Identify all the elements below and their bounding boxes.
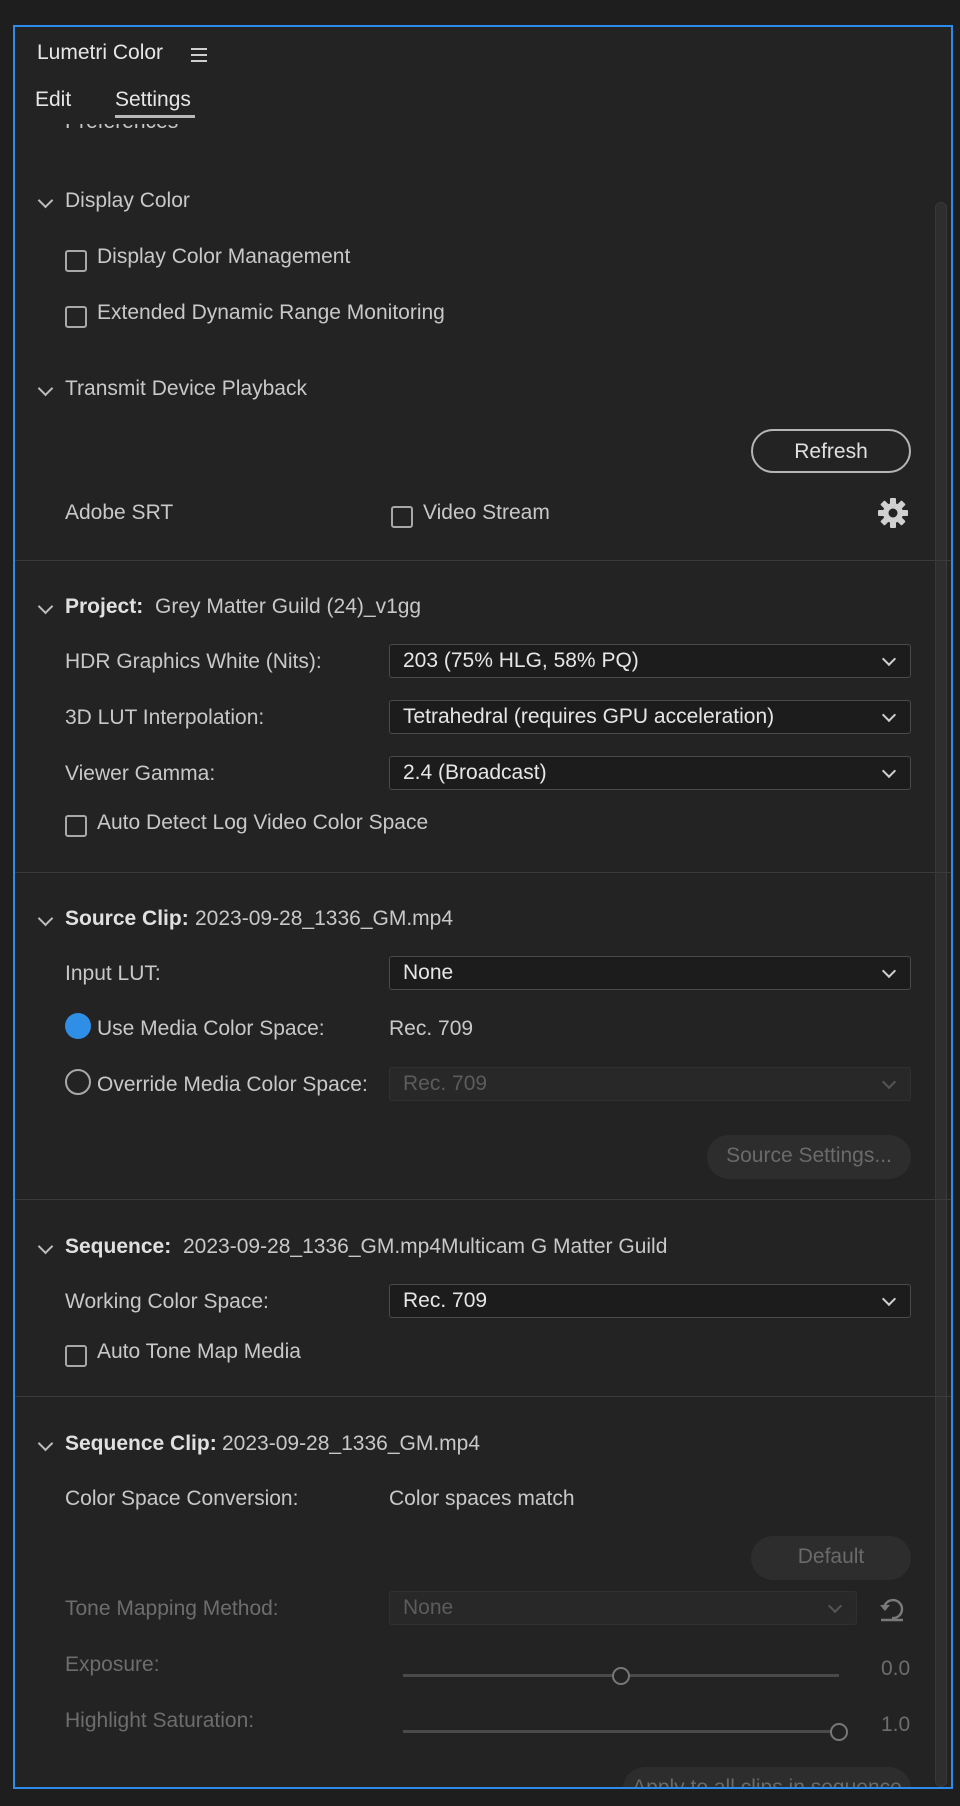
chevron-down-icon: [827, 1598, 843, 1614]
hdr-white-select[interactable]: 203 (75% HLG, 58% PQ): [389, 644, 911, 678]
tone-method-value: None: [403, 1596, 454, 1619]
auto-tone-map-checkbox[interactable]: [65, 1345, 87, 1367]
chevron-down-icon[interactable]: [37, 380, 54, 397]
display-color-management-checkbox[interactable]: [65, 250, 87, 272]
working-space-value: Rec. 709: [403, 1289, 488, 1312]
section-divider: [15, 1396, 951, 1397]
lumetri-color-panel: Lumetri Color Edit Settings Preferences …: [13, 25, 953, 1789]
tab-settings-underline: [115, 115, 195, 118]
preferences-clip: Preferences: [15, 124, 935, 138]
default-button[interactable]: Default: [751, 1536, 911, 1580]
adobe-srt-label: Adobe SRT: [65, 501, 174, 524]
tone-method-select[interactable]: None: [389, 1591, 857, 1625]
input-lut-select[interactable]: None: [389, 956, 911, 990]
display-color-management-label: Display Color Management: [97, 245, 351, 268]
section-divider: [15, 1199, 951, 1200]
chevron-down-icon[interactable]: [37, 1435, 54, 1452]
source-clip-heading-label[interactable]: Source Clip:: [65, 907, 189, 931]
video-stream-label: Video Stream: [423, 501, 550, 524]
sequence-clip-heading-label[interactable]: Sequence Clip:: [65, 1432, 217, 1456]
hdr-white-value: 203 (75% HLG, 58% PQ): [403, 649, 639, 672]
reset-icon[interactable]: [877, 1594, 907, 1624]
exposure-label: Exposure:: [65, 1653, 160, 1676]
source-clip-name: 2023-09-28_1336_GM.mp4: [195, 907, 454, 930]
project-name: Grey Matter Guild (24)_v1gg: [155, 595, 422, 618]
auto-detect-log-label: Auto Detect Log Video Color Space: [97, 811, 429, 834]
viewer-gamma-select[interactable]: 2.4 (Broadcast): [389, 756, 911, 790]
scrollbar-thumb[interactable]: [935, 202, 947, 1787]
viewer-gamma-label: Viewer Gamma:: [65, 762, 216, 785]
chevron-down-icon[interactable]: [37, 1238, 54, 1255]
sequence-clip-name: 2023-09-28_1336_GM.mp4: [222, 1432, 481, 1455]
working-space-label: Working Color Space:: [65, 1290, 269, 1313]
tone-method-label: Tone Mapping Method:: [65, 1597, 279, 1620]
highlight-sat-slider-thumb[interactable]: [830, 1723, 848, 1741]
working-space-select[interactable]: Rec. 709: [389, 1284, 911, 1318]
lut-interp-select[interactable]: Tetrahedral (requires GPU acceleration): [389, 700, 911, 734]
preferences-heading: Preferences: [65, 124, 178, 134]
refresh-button[interactable]: Refresh: [751, 429, 911, 473]
use-media-color-space-value: Rec. 709: [389, 1017, 474, 1040]
apply-all-button[interactable]: Apply to all clips in sequence: [623, 1767, 911, 1787]
section-divider: [15, 560, 951, 561]
transmit-heading[interactable]: Transmit Device Playback: [65, 377, 307, 401]
input-lut-value: None: [403, 961, 454, 984]
display-color-heading[interactable]: Display Color: [65, 189, 190, 213]
gear-icon[interactable]: [877, 497, 909, 529]
tab-edit[interactable]: Edit: [35, 88, 71, 112]
use-media-color-space-label: Use Media Color Space:: [97, 1017, 325, 1040]
exposure-value[interactable]: 0.0: [881, 1657, 910, 1681]
color-space-conversion-value: Color spaces match: [389, 1487, 575, 1510]
sequence-name: 2023-09-28_1336_GM.mp4Multicam G Matter …: [183, 1235, 668, 1258]
highlight-sat-label: Highlight Saturation:: [65, 1709, 255, 1732]
panel-title: Lumetri Color: [37, 41, 164, 64]
extended-dynamic-range-label: Extended Dynamic Range Monitoring: [97, 301, 445, 324]
chevron-down-icon[interactable]: [37, 910, 54, 927]
override-color-space-select[interactable]: Rec. 709: [389, 1067, 911, 1101]
lut-interp-label: 3D LUT Interpolation:: [65, 706, 265, 729]
chevron-down-icon: [881, 651, 897, 667]
input-lut-label: Input LUT:: [65, 962, 161, 985]
hdr-white-label: HDR Graphics White (Nits):: [65, 650, 322, 673]
chevron-down-icon: [881, 1291, 897, 1307]
color-space-conversion-label: Color Space Conversion:: [65, 1487, 299, 1510]
override-color-space-value: Rec. 709: [403, 1072, 488, 1095]
extended-dynamic-range-checkbox[interactable]: [65, 306, 87, 328]
sequence-heading-label[interactable]: Sequence:: [65, 1235, 171, 1259]
override-media-color-space-radio[interactable]: [65, 1069, 91, 1095]
project-heading-label[interactable]: Project:: [65, 595, 143, 619]
exposure-slider-thumb[interactable]: [612, 1667, 630, 1685]
tab-settings[interactable]: Settings: [115, 88, 191, 112]
use-media-color-space-radio[interactable]: [65, 1013, 91, 1039]
chevron-down-icon: [881, 963, 897, 979]
apply-all-clip: Apply to all clips in sequence: [15, 1767, 935, 1787]
highlight-sat-value[interactable]: 1.0: [881, 1713, 910, 1737]
lut-interp-value: Tetrahedral (requires GPU acceleration): [403, 705, 775, 728]
video-stream-checkbox[interactable]: [391, 506, 413, 528]
chevron-down-icon[interactable]: [37, 598, 54, 615]
chevron-down-icon[interactable]: [37, 192, 54, 209]
override-media-color-space-label: Override Media Color Space:: [97, 1073, 368, 1096]
hamburger-menu-icon[interactable]: [191, 48, 207, 62]
chevron-down-icon: [881, 707, 897, 723]
source-settings-button[interactable]: Source Settings...: [707, 1135, 911, 1179]
auto-detect-log-checkbox[interactable]: [65, 815, 87, 837]
chevron-down-icon: [881, 1074, 897, 1090]
viewer-gamma-value: 2.4 (Broadcast): [403, 761, 547, 784]
chevron-down-icon: [881, 763, 897, 779]
auto-tone-map-label: Auto Tone Map Media: [97, 1340, 301, 1363]
section-divider: [15, 872, 951, 873]
highlight-sat-slider-track[interactable]: [403, 1730, 839, 1733]
